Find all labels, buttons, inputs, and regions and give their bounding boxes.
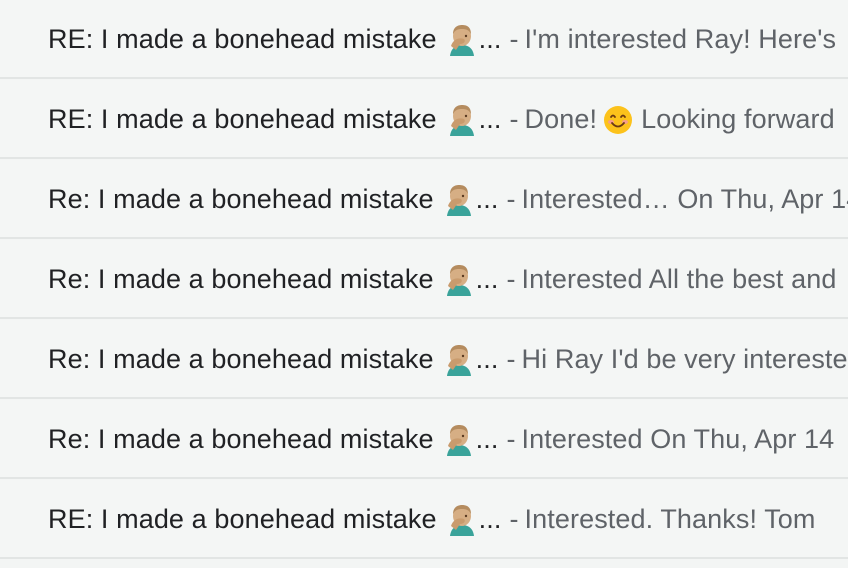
email-subject: RE: I made a bonehead mistake (48, 24, 437, 54)
facepalm-emoji-icon (434, 183, 476, 216)
email-row[interactable]: RE: I made a bonehead mistake ... - Inte… (0, 480, 848, 559)
email-row[interactable]: Re: I made a bonehead mistake ... - Inte… (0, 400, 848, 479)
email-subject: Re: I made a bonehead mistake (48, 264, 434, 294)
separator: - (506, 264, 516, 294)
email-row[interactable]: Re: I made a bonehead mistake ... - Hi R… (0, 320, 848, 399)
separator: - (509, 24, 519, 54)
facepalm-emoji-icon (434, 343, 476, 376)
email-subject: Re: I made a bonehead mistake (48, 344, 434, 374)
facepalm-emoji-icon (437, 503, 479, 536)
subject-ellipsis: ... (475, 424, 499, 454)
subject-ellipsis: ... (478, 504, 502, 534)
email-list: RE: I made a bonehead mistake ... - I'm … (0, 0, 848, 568)
email-snippet: Interested All the best and (521, 264, 837, 294)
email-snippet: Hi Ray I'd be very interested (521, 344, 848, 374)
email-row[interactable]: RE: I made a bonehead mistake ... - I'm … (0, 0, 848, 79)
email-snippet: Interested On Thu, Apr 14 (521, 424, 835, 454)
facepalm-emoji-icon (434, 263, 476, 296)
facepalm-emoji-icon (437, 103, 479, 136)
subject-ellipsis: ... (475, 344, 499, 374)
smiling-face-icon (597, 104, 641, 136)
email-row[interactable]: Re: I made a bonehead mistake ... - Inte… (0, 160, 848, 239)
subject-ellipsis: ... (475, 184, 499, 214)
facepalm-emoji-icon (434, 423, 476, 456)
subject-ellipsis: ... (478, 104, 502, 134)
email-snippet-continued: Looking forward (641, 104, 835, 134)
separator: - (506, 344, 516, 374)
email-row[interactable]: Re: I made a bonehead mistake ... - Inte… (0, 240, 848, 319)
email-snippet: Interested. Thanks! Tom (524, 504, 816, 534)
facepalm-emoji-icon (437, 23, 479, 56)
subject-ellipsis: ... (475, 264, 499, 294)
separator: - (506, 424, 516, 454)
email-subject: RE: I made a bonehead mistake (48, 504, 437, 534)
email-subject: Re: I made a bonehead mistake (48, 424, 434, 454)
email-snippet: Interested… On Thu, Apr 14 (521, 184, 848, 214)
separator: - (509, 104, 519, 134)
subject-ellipsis: ... (478, 24, 502, 54)
separator: - (506, 184, 516, 214)
email-snippet: Done! (524, 104, 598, 134)
email-row[interactable]: RE: I made a bonehead mistake ... - Done… (0, 80, 848, 159)
email-subject: RE: I made a bonehead mistake (48, 104, 437, 134)
separator: - (509, 504, 519, 534)
email-snippet: I'm interested Ray! Here's (524, 24, 837, 54)
email-subject: Re: I made a bonehead mistake (48, 184, 434, 214)
